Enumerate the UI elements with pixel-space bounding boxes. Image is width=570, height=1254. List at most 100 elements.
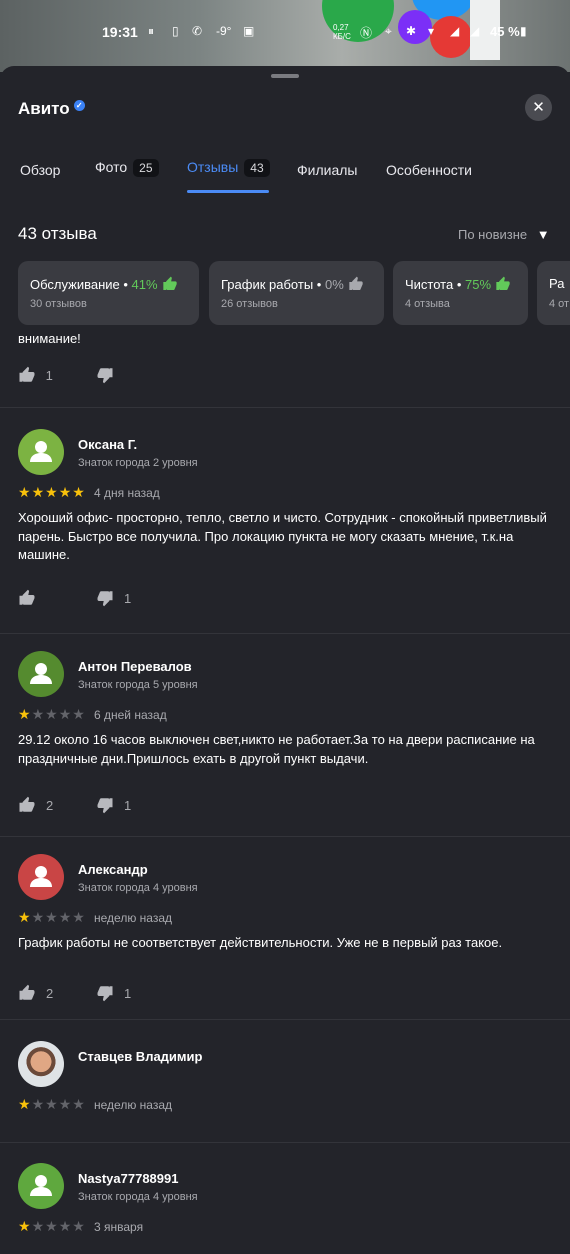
thumb-up-icon [349, 276, 363, 290]
review-date: неделю назад [94, 1098, 172, 1112]
wifi-icon: ▾ [428, 24, 435, 38]
reviews-count: 43 отзыва [18, 224, 97, 243]
dislike-button[interactable]: 1 [96, 984, 131, 1002]
tab-reviews[interactable]: Отзывы 43 [187, 159, 270, 177]
divider [0, 633, 570, 634]
tab-count-badge: 25 [133, 159, 159, 177]
review-date: 6 дней назад [94, 708, 167, 722]
aspect-card[interactable]: Ра 4 от [537, 261, 570, 325]
image-icon: ▣ [243, 24, 255, 38]
review-text: График работы не соответствует действите… [18, 935, 503, 950]
review-text: Хороший офис- просторно, тепло, светло и… [18, 510, 547, 562]
dislike-button[interactable]: 1 [96, 589, 131, 607]
divider [0, 407, 570, 408]
signal-icon: ◢ [450, 24, 460, 38]
aspect-label: Чистота [405, 277, 454, 292]
sort-label: По новизне [458, 227, 528, 242]
dislike-button[interactable] [96, 366, 120, 384]
avatar[interactable] [18, 1163, 64, 1209]
review-text-fragment: внимание! [18, 331, 81, 346]
reviews-sheet: Авито ✓ ✕ Обзор Фото 25 Отзывы 43 Филиалы О… [0, 66, 570, 1254]
signal2-icon: ◢ [470, 24, 480, 38]
dislike-button[interactable]: 1 [96, 796, 131, 814]
tab-label: Отзывы [187, 159, 239, 175]
like-button[interactable]: 2 [18, 796, 53, 814]
thumb-up-icon [496, 276, 510, 290]
reviewer-name[interactable]: Александр [78, 862, 148, 877]
like-button[interactable] [18, 589, 46, 607]
aspect-card[interactable]: Чистота • 75% 4 отзыва [393, 261, 528, 325]
aspect-count: 30 отзывов [30, 298, 87, 310]
verified-icon: ✓ [73, 100, 85, 111]
aspect-count: 4 отзыва [405, 298, 450, 310]
divider [0, 1142, 570, 1143]
tab-label: Фото [95, 159, 128, 175]
thumb-down-icon [97, 798, 113, 814]
divider [0, 836, 570, 837]
reviewer-name[interactable]: Ставцев Владимир [78, 1049, 202, 1064]
like-count: 2 [46, 798, 54, 813]
close-button[interactable]: ✕ [525, 94, 552, 121]
thumb-down-icon [97, 591, 113, 607]
aspect-label: График работы [221, 277, 314, 292]
avatar[interactable] [18, 429, 64, 475]
close-icon: ✕ [532, 99, 545, 116]
tab-label: Обзор [20, 162, 61, 178]
thumb-down-icon [97, 368, 113, 384]
aspect-card[interactable]: График работы • 0% 26 отзывов [209, 261, 384, 325]
nfc-icon: Ⓝ [360, 26, 373, 40]
avatar[interactable] [18, 854, 64, 900]
thumb-up-icon [19, 589, 35, 605]
aspect-label: Обслуживание [30, 277, 120, 292]
rating-stars: ★★★★★ [18, 909, 86, 925]
review-text: 29.12 около 16 часов выключен свет,никто… [18, 732, 535, 766]
status-net: 0,27 КБ/С [333, 23, 351, 41]
tab-bar: Обзор Фото 25 Отзывы 43 Филиалы Особенност… [0, 159, 570, 196]
dislike-count: 1 [124, 798, 132, 813]
aspect-percent: 75% [465, 277, 492, 292]
aspect-cards: Обслуживание • 41% 30 отзывов График раб… [18, 261, 570, 325]
tab-photos[interactable]: Фото 25 [95, 159, 159, 177]
vote-row: 21 [18, 796, 218, 816]
tab-count-badge: 43 [244, 159, 270, 177]
avatar[interactable] [18, 1041, 64, 1087]
tab-overview[interactable]: Обзор [20, 162, 60, 178]
battery-icon: ▮ [520, 24, 527, 38]
user-icon [30, 441, 52, 462]
aspect-count: 4 от [549, 298, 570, 310]
like-button[interactable]: 2 [18, 984, 53, 1002]
chevron-down-icon: ▼ [536, 227, 550, 242]
thumb-up-icon [19, 796, 35, 812]
title-text: Авито [18, 99, 70, 118]
thumb-down-icon [97, 986, 113, 1002]
vote-row: 1 [18, 366, 218, 386]
pause-icon: ⏸ [148, 24, 155, 38]
tab-label: Филиалы [297, 162, 358, 178]
drag-handle[interactable] [271, 74, 299, 78]
sort-dropdown[interactable]: По новизне ▼ [458, 227, 550, 242]
bluetooth-icon: ✱ [406, 24, 417, 38]
status-battery: 45 % [490, 24, 520, 39]
active-tab-indicator [187, 190, 269, 193]
vote-row: 1 [18, 589, 218, 609]
status-bar: 19:31 ⏸ ▯ ✆ -9° ▣ 0,27 КБ/С Ⓝ ⌖ ✱ ▾ ◢ ◢ … [0, 18, 570, 48]
reviewer-name[interactable]: Антон Перевалов [78, 659, 192, 674]
aspect-card[interactable]: Обслуживание • 41% 30 отзывов [18, 261, 199, 325]
aspect-percent: 41% [131, 277, 158, 292]
thumb-up-icon [162, 276, 177, 290]
reviewer-level: Знаток города 4 уровня [78, 882, 198, 894]
phone-icon: ▯ [172, 24, 179, 38]
reviewer-name[interactable]: Оксана Г. [78, 437, 137, 452]
rating-stars: ★★★★★ [18, 1218, 86, 1234]
reviewer-name[interactable]: Nastya77788991 [78, 1171, 178, 1186]
user-icon [30, 663, 52, 684]
aspect-count: 26 отзывов [221, 298, 278, 310]
avatar[interactable] [18, 651, 64, 697]
like-button[interactable]: 1 [18, 366, 53, 384]
tab-features[interactable]: Особенности [386, 162, 472, 178]
tab-branches[interactable]: Филиалы [297, 162, 357, 178]
tab-label: Особенности [386, 162, 472, 178]
thumb-up-icon [19, 984, 35, 1000]
reviewer-level: Знаток города 5 уровня [78, 679, 198, 691]
status-temp: -9° [216, 24, 232, 38]
